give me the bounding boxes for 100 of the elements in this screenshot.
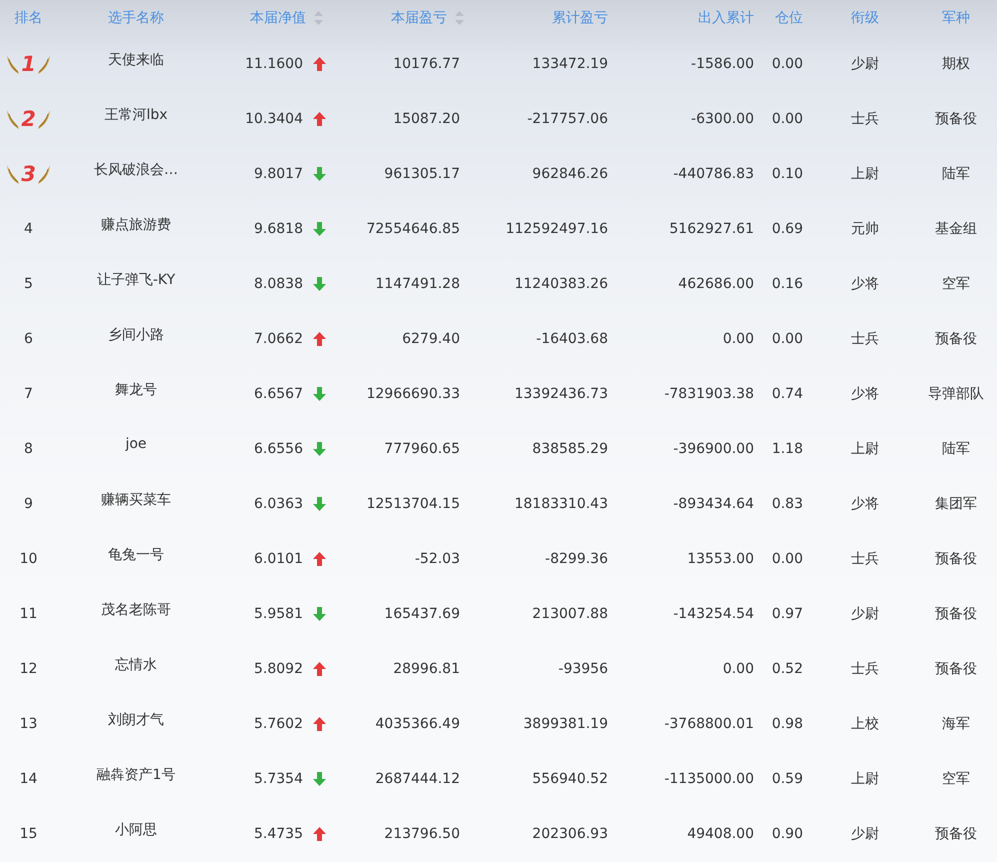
table-cell: -1135000.00 (664, 770, 754, 786)
table-cell: 11.1600 (245, 56, 303, 72)
table-cell: 6.6567 (254, 386, 303, 402)
table-cell: 空军 (942, 274, 970, 292)
table-cell: 0.16 (772, 276, 803, 292)
table-cell: 11240383.26 (514, 276, 608, 292)
table-cell: 集团军 (935, 494, 977, 512)
table-cell: 10.3404 (245, 110, 303, 126)
table-cell: 0.90 (772, 826, 803, 842)
table-cell: -52.03 (414, 550, 460, 566)
table-cell: -396900.00 (673, 440, 754, 456)
table-cell: 刘朗才气 (108, 711, 164, 729)
table-cell: 0.00 (772, 550, 803, 566)
table-cell: 舞龙号 (115, 381, 157, 399)
table-cell: 6.6556 (254, 440, 303, 456)
rank-number: 10 (20, 550, 38, 566)
wing-icon (36, 108, 51, 130)
table-cell: 9.6818 (254, 220, 303, 236)
table-cell: 13553.00 (687, 550, 754, 566)
table-cell: 6.0363 (254, 496, 303, 512)
table-cell: 少将 (851, 274, 879, 292)
rank-number: 6 (24, 330, 33, 346)
table-cell: 陆军 (942, 164, 970, 182)
table-cell: 12966690.33 (366, 386, 460, 402)
table-cell: 9.8017 (254, 166, 303, 182)
table-cell: -6300.00 (691, 110, 754, 126)
table-cell: 49408.00 (687, 826, 754, 842)
column-header[interactable]: 本届盈亏 (391, 9, 447, 27)
table-cell: -7831903.38 (664, 386, 754, 402)
rank-number: 2 (21, 106, 36, 130)
table-cell: 茂名老陈哥 (101, 601, 171, 619)
rank-number: 11 (20, 606, 38, 622)
table-cell: 12513704.15 (366, 496, 460, 512)
rank-number: 4 (24, 220, 33, 236)
table-cell: -3768800.01 (664, 716, 754, 732)
table-cell: 预备役 (935, 604, 977, 622)
table-cell: 0.97 (772, 606, 803, 622)
wing-icon (36, 52, 51, 74)
table-cell: 上校 (851, 714, 879, 732)
table-cell: 期权 (942, 54, 970, 72)
table-cell: 13392436.73 (514, 386, 608, 402)
table-cell: 基金组 (935, 220, 977, 238)
table-cell: 5.7354 (254, 770, 303, 786)
table-cell: 融犇资产1号 (96, 766, 176, 784)
table-cell: 少将 (851, 384, 879, 402)
table-cell: 8.0838 (254, 276, 303, 292)
table-cell: 少尉 (851, 604, 879, 622)
table-cell: 777960.65 (384, 440, 460, 456)
table-cell: 6279.40 (402, 330, 460, 346)
wing-icon (6, 108, 20, 130)
table-cell: 961305.17 (384, 166, 460, 182)
wing-icon (6, 52, 20, 74)
rank-number: 9 (24, 496, 33, 512)
table-cell: 让子弹飞-KY (96, 271, 176, 289)
table-cell: 上尉 (851, 440, 879, 458)
table-cell: 202306.93 (532, 826, 608, 842)
table-cell: -1586.00 (691, 56, 754, 72)
table-cell: 士兵 (851, 550, 879, 568)
table-cell: -143254.54 (673, 606, 754, 622)
sort-icon[interactable] (455, 11, 464, 25)
table-cell: 556940.52 (532, 770, 608, 786)
wing-icon (36, 162, 51, 184)
table-cell: 5.7602 (254, 716, 303, 732)
table-cell: 0.59 (772, 770, 803, 786)
table-cell: 0.00 (772, 330, 803, 346)
table-cell: 6.0101 (254, 550, 303, 566)
column-header: 衔级 (851, 9, 879, 27)
sort-icon[interactable] (314, 11, 323, 25)
table-cell: -440786.83 (673, 166, 754, 182)
table-cell: 小阿思 (115, 821, 157, 839)
table-cell: 空军 (942, 770, 970, 788)
table-cell: 预备役 (935, 330, 977, 348)
table-cell: 士兵 (851, 110, 879, 128)
table-cell: 15087.20 (393, 110, 460, 126)
table-cell: 18183310.43 (514, 496, 608, 512)
table-cell: 165437.69 (384, 606, 460, 622)
table-cell: 忘情水 (115, 656, 157, 674)
rank-number: 14 (20, 770, 38, 786)
column-header: 出入累计 (698, 9, 754, 27)
table-cell: 5162927.61 (669, 220, 754, 236)
wing-icon (6, 162, 20, 184)
table-cell: 上尉 (851, 164, 879, 182)
table-cell: 0.52 (772, 660, 803, 676)
table-cell: -893434.64 (673, 496, 754, 512)
rank-number: 5 (24, 276, 33, 292)
table-cell: 预备役 (935, 550, 977, 568)
table-cell: 10176.77 (393, 56, 460, 72)
table-cell: -217757.06 (527, 110, 608, 126)
table-cell: 长风破浪会… (94, 161, 178, 179)
table-cell: 962846.26 (532, 166, 608, 182)
column-header: 仓位 (775, 9, 803, 27)
table-cell: 乡间小路 (108, 326, 164, 344)
table-cell: 7.0662 (254, 330, 303, 346)
rank-number: 12 (20, 660, 38, 676)
table-cell: 5.9581 (254, 606, 303, 622)
column-header[interactable]: 本届净值 (250, 9, 306, 27)
table-cell: 赚辆买菜车 (101, 491, 171, 509)
table-cell: -93956 (558, 660, 608, 676)
table-cell: 天使来临 (108, 51, 164, 69)
rank-number: 8 (24, 440, 33, 456)
